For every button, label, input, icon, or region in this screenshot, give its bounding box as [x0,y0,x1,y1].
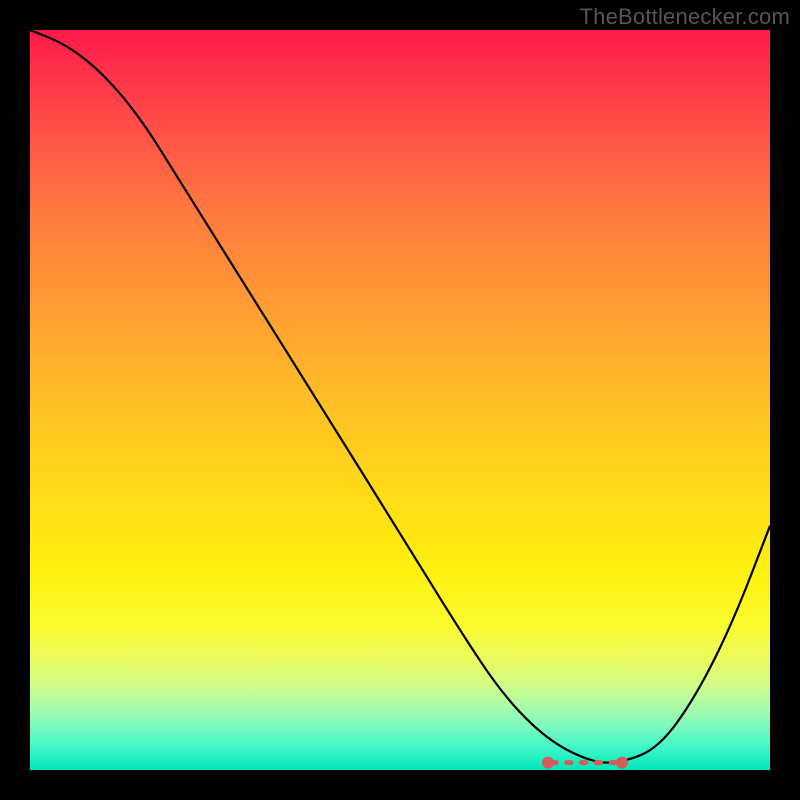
watermark-text: TheBottlenecker.com [580,4,790,30]
plot-area [30,30,770,770]
bottleneck-curve [30,30,770,763]
chart-frame [30,30,770,770]
chart-svg [30,30,770,770]
